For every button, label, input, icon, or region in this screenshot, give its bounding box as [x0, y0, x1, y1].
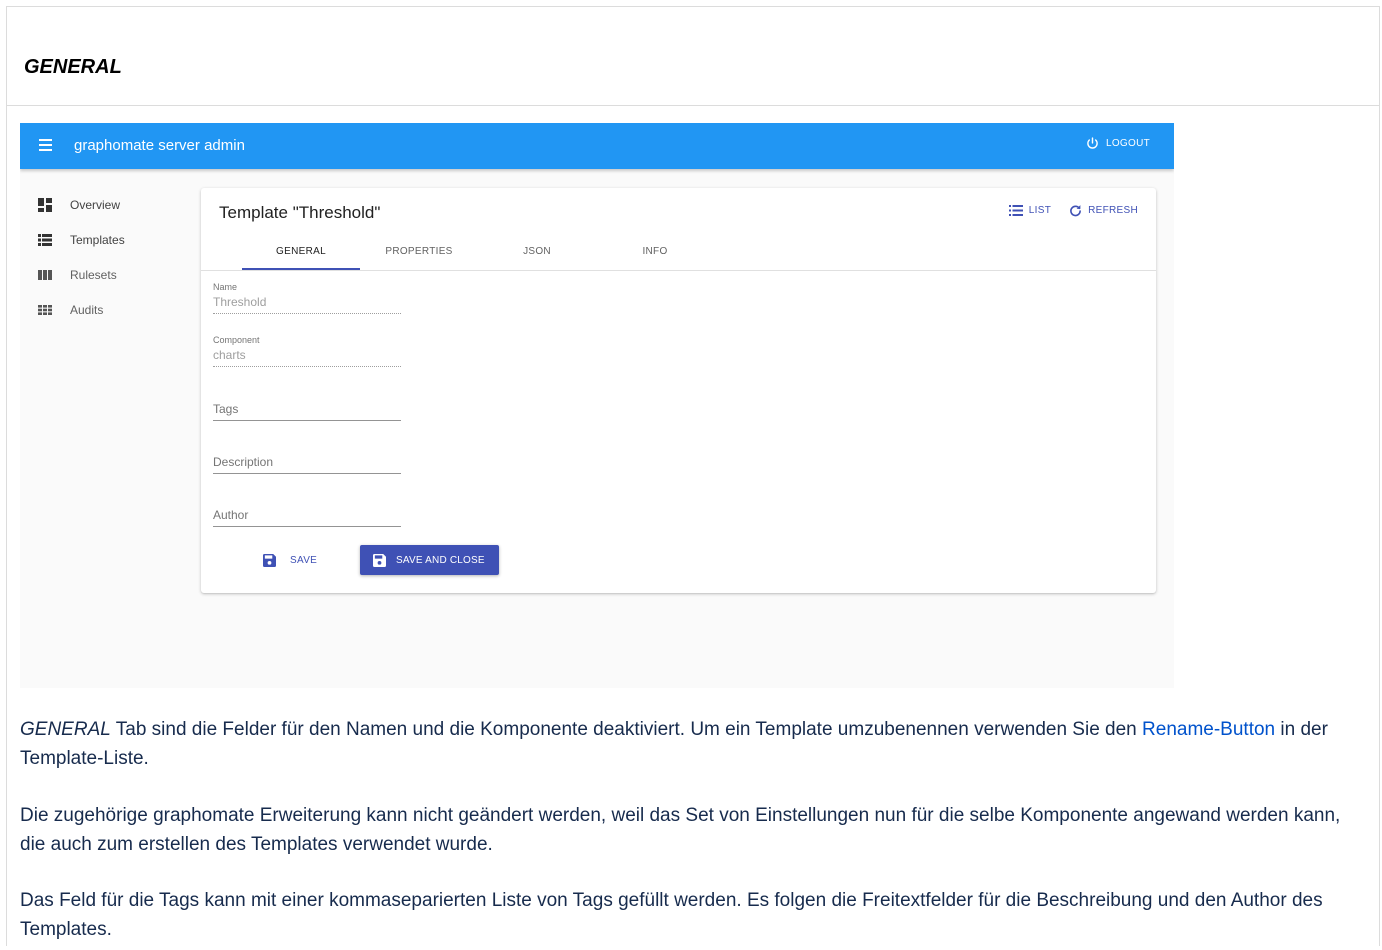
sidebar-item-audits[interactable]: Audits: [20, 292, 200, 327]
hamburger-menu-icon[interactable]: [39, 139, 52, 151]
component-field: Component charts: [213, 335, 401, 367]
grid-icon: [38, 304, 52, 315]
list-label: LIST: [1028, 205, 1052, 216]
template-card: Template "Threshold" LIST REFRESH GENERA…: [201, 188, 1156, 593]
list-icon: [1008, 205, 1023, 216]
refresh-button[interactable]: REFRESH: [1069, 204, 1138, 217]
general-emphasis: GENERAL: [20, 719, 111, 740]
component-field-value: charts: [213, 346, 401, 367]
paragraph-tags: Das Feld für die Tags kann mit einer kom…: [20, 890, 1323, 940]
tab-info[interactable]: INFO: [596, 234, 714, 270]
list-icon: [38, 233, 52, 246]
author-input[interactable]: Author: [213, 508, 401, 527]
tags-input[interactable]: Tags: [213, 402, 401, 421]
sidebar-item-label: Audits: [70, 302, 104, 317]
paragraph-extension: Die zugehörige graphomate Erweiterung ka…: [20, 805, 1341, 855]
refresh-icon: [1070, 205, 1082, 217]
save-and-close-button[interactable]: SAVE AND CLOSE: [360, 545, 499, 575]
save-and-close-label: SAVE AND CLOSE: [396, 554, 485, 566]
sidebar-item-rulesets[interactable]: Rulesets: [20, 257, 200, 292]
sidebar-item-label: Rulesets: [70, 267, 117, 282]
component-field-label: Component: [213, 335, 260, 345]
floppy-disk-icon: [373, 553, 386, 567]
tab-bar: GENERAL PROPERTIES JSON INFO: [242, 234, 714, 270]
rename-button-link[interactable]: Rename-Button: [1142, 719, 1275, 740]
section-title: GENERAL: [24, 56, 122, 78]
list-button[interactable]: LIST: [1008, 204, 1052, 217]
app-bar: graphomate server admin LOGOUT: [20, 123, 1174, 169]
app-screenshot: graphomate server admin LOGOUT Overview: [20, 123, 1174, 688]
sidebar-item-label: Overview: [70, 197, 121, 212]
app-title: graphomate server admin: [74, 137, 245, 154]
card-title: Template "Threshold": [219, 203, 381, 222]
columns-icon: [38, 269, 52, 280]
sidebar-item-label: Templates: [70, 232, 125, 247]
card-actions: LIST REFRESH: [1008, 204, 1138, 217]
author-placeholder: Author: [213, 508, 249, 522]
tab-general[interactable]: GENERAL: [242, 234, 360, 270]
dashboard-icon: [38, 197, 52, 212]
floppy-disk-icon: [263, 553, 276, 567]
section-header: GENERAL: [6, 6, 1380, 106]
power-icon: [1087, 137, 1098, 149]
name-field-label: Name: [213, 282, 238, 292]
tab-json[interactable]: JSON: [478, 234, 596, 270]
tab-properties[interactable]: PROPERTIES: [360, 234, 478, 270]
paragraph-text: Tab sind die Felder für den Namen und di…: [110, 719, 1143, 740]
sidebar-item-templates[interactable]: Templates: [20, 222, 200, 257]
paragraph-general-tab: GENERAL Tab sind die Felder für den Name…: [20, 715, 1365, 773]
tabs-divider: [201, 270, 1156, 271]
name-field: Name Threshold: [213, 282, 401, 314]
name-field-value: Threshold: [213, 293, 401, 314]
save-label: SAVE: [290, 554, 318, 566]
sidebar-item-overview[interactable]: Overview: [20, 187, 200, 222]
refresh-label: REFRESH: [1088, 205, 1138, 216]
description-input[interactable]: Description: [213, 455, 401, 474]
save-button[interactable]: SAVE: [251, 545, 329, 575]
description-placeholder: Description: [213, 455, 274, 469]
logout-label: LOGOUT: [1105, 138, 1150, 149]
tags-placeholder: Tags: [213, 402, 239, 416]
sidebar: Overview Templates Rulesets Audits: [20, 187, 200, 327]
logout-button[interactable]: LOGOUT: [1086, 137, 1150, 150]
